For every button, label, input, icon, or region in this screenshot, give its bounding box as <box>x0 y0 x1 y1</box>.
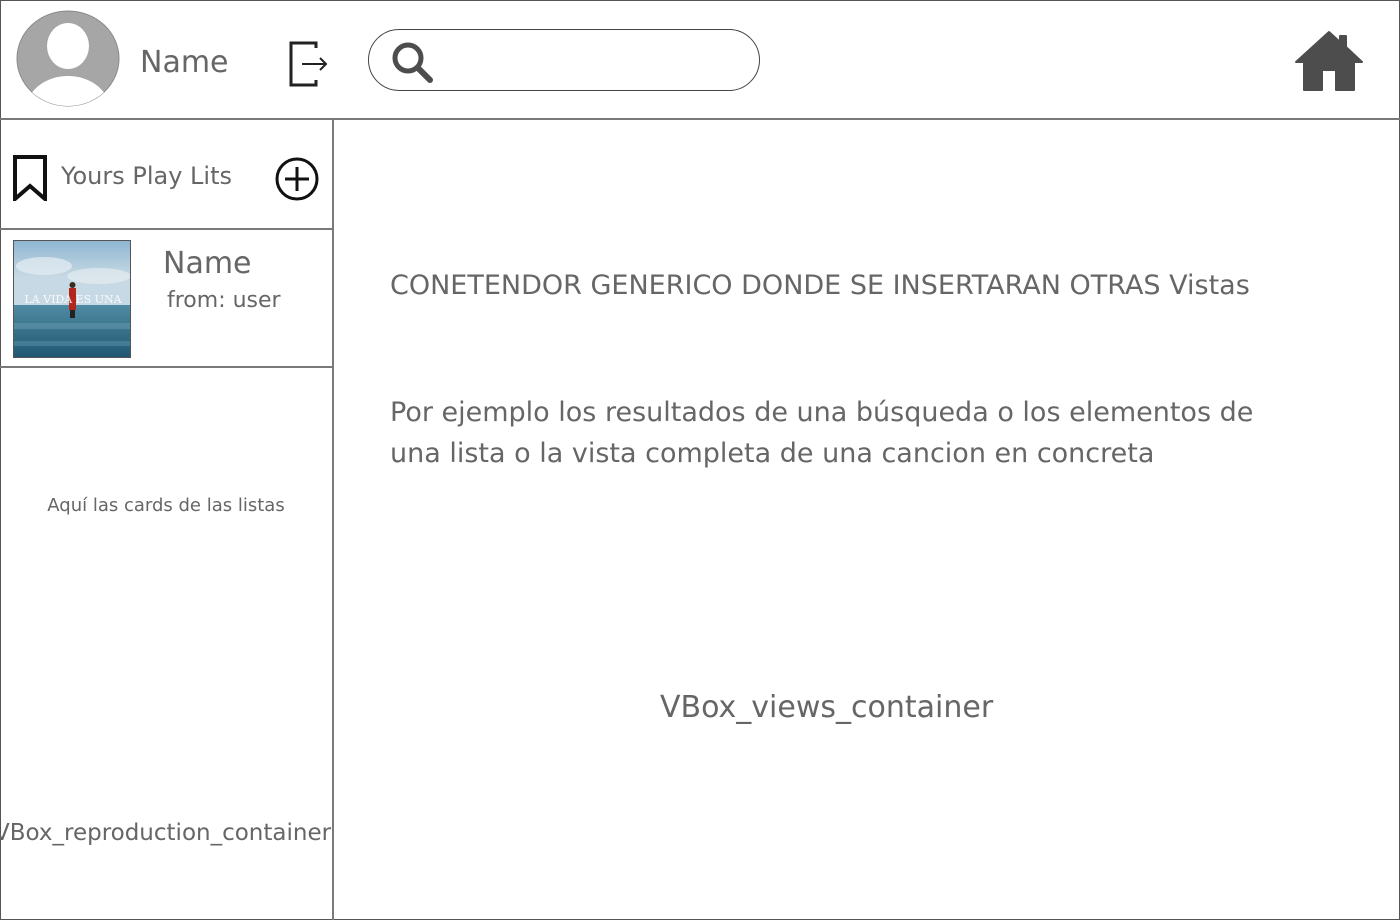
playlists-header: Yours Play Lits <box>0 120 332 230</box>
search-bar[interactable] <box>368 29 760 91</box>
main-heading: CONETENDOR GENERICO DONDE SE INSERTARAN … <box>390 270 1250 301</box>
playlist-cards-placeholder: Aquí las cards de las listas <box>47 495 285 516</box>
playlist-name: Name <box>163 246 252 281</box>
top-bar: Name <box>0 0 1400 120</box>
home-icon[interactable] <box>1294 28 1364 92</box>
playlist-owner: from: user <box>167 288 281 313</box>
avatar-icon[interactable] <box>16 10 120 107</box>
playlist-card[interactable]: LA VIDA ES UNA Name from: user <box>0 230 332 368</box>
user-name: Name <box>140 45 229 80</box>
reproduction-container-label: VBox_reproduction_container <box>0 820 332 846</box>
main-description: Por ejemplo los resultados de una búsque… <box>390 397 1254 469</box>
cover-title-text: LA VIDA ES UNA <box>24 293 122 306</box>
playlist-cover-image: LA VIDA ES UNA <box>13 240 131 358</box>
logout-icon[interactable] <box>286 40 330 88</box>
search-input[interactable] <box>445 40 739 82</box>
views-container-label: VBox_views_container <box>660 690 994 725</box>
bookmark-icon <box>13 155 47 201</box>
add-playlist-icon[interactable] <box>274 156 320 202</box>
search-icon[interactable] <box>389 39 435 85</box>
playlists-title: Yours Play Lits <box>61 162 232 190</box>
views-container: CONETENDOR GENERICO DONDE SE INSERTARAN … <box>334 120 1400 920</box>
sidebar: Yours Play Lits LA VIDA ES UNA Name from… <box>0 120 334 920</box>
